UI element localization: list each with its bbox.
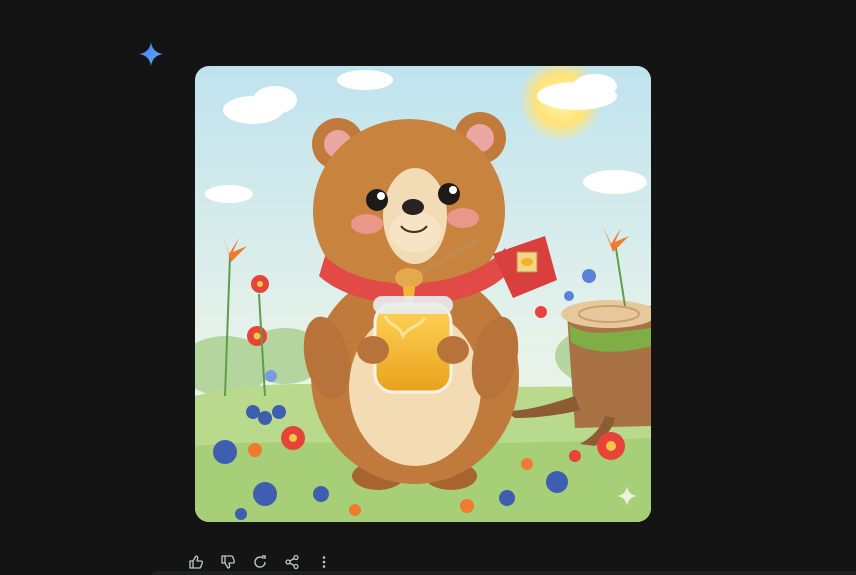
prompt-input-box[interactable] xyxy=(150,571,856,575)
share-icon xyxy=(285,554,299,570)
chat-page xyxy=(0,0,856,575)
thumbs-down-icon xyxy=(221,555,236,569)
thumbs-up-icon xyxy=(189,555,204,569)
more-options-icon xyxy=(322,556,326,568)
regenerate-icon xyxy=(254,555,266,568)
bear-with-honey-jar-illustration xyxy=(195,66,651,522)
gemini-sparkle-icon xyxy=(138,41,164,67)
generated-image[interactable] xyxy=(195,66,651,522)
